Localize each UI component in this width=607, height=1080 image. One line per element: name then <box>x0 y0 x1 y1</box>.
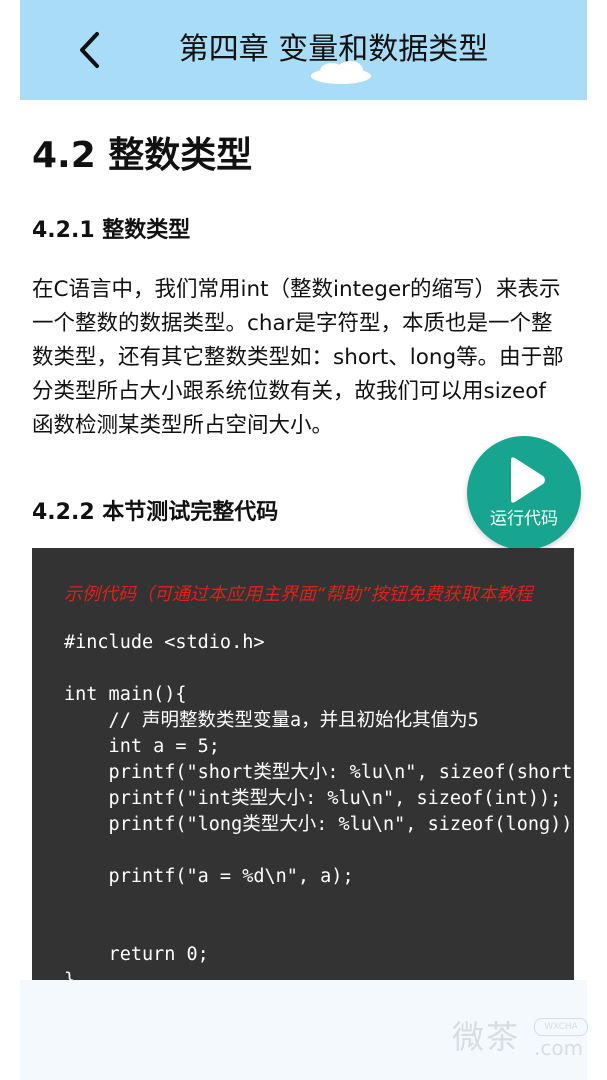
run-code-button[interactable]: 运行代码 <box>467 436 581 550</box>
code-line: printf("int类型大小: %lu\n", sizeof(int)); <box>64 788 562 809</box>
cloud-decoration-icon <box>311 61 371 84</box>
code-line: #include <stdio.h> <box>64 632 265 653</box>
code-line: printf("short类型大小: %lu\n", sizeof(short)… <box>64 762 574 783</box>
code-line: int main(){ <box>64 684 187 705</box>
code-line: printf("a = %d\n", a); <box>64 866 354 887</box>
code-line: int a = 5; <box>64 736 220 757</box>
play-icon <box>511 457 545 503</box>
code-listing: #include <stdio.h> int main(){ // 声明整数类型变… <box>64 630 574 980</box>
back-button[interactable] <box>70 28 110 72</box>
code-line: // 声明整数类型变量a，并且初始化其值为5 <box>64 710 479 731</box>
code-line: printf("long类型大小: %lu\n", sizeof(long)); <box>64 814 574 835</box>
section-heading: 4.2 整数类型 <box>32 135 253 176</box>
app-header: 第四章 变量和数据类型 <box>20 0 587 100</box>
subsection-heading-2: 4.2.2 本节测试完整代码 <box>32 500 279 525</box>
code-note: 示例代码（可通过本应用主界面“帮助”按钮免费获取本教程 <box>64 584 533 605</box>
code-block: 示例代码（可通过本应用主界面“帮助”按钮免费获取本教程 #include <st… <box>32 548 574 980</box>
run-code-label: 运行代码 <box>490 509 558 529</box>
watermark-badge: WXCHA <box>534 1018 588 1036</box>
watermark: 微茶 WXCHA .com <box>452 1010 592 1060</box>
code-line: return 0; <box>64 944 209 965</box>
chevron-left-icon <box>80 32 99 68</box>
article-content: 4.2 整数类型 <box>32 132 587 180</box>
watermark-text: 微茶 <box>452 1018 521 1056</box>
watermark-url: .com <box>534 1036 584 1060</box>
code-line: } <box>64 968 574 980</box>
body-paragraph: 在C语言中，我们常用int（整数integer的缩写）来表示一个整数的数据类型。… <box>32 277 564 438</box>
subsection-heading-1: 4.2.1 整数类型 <box>32 218 191 243</box>
